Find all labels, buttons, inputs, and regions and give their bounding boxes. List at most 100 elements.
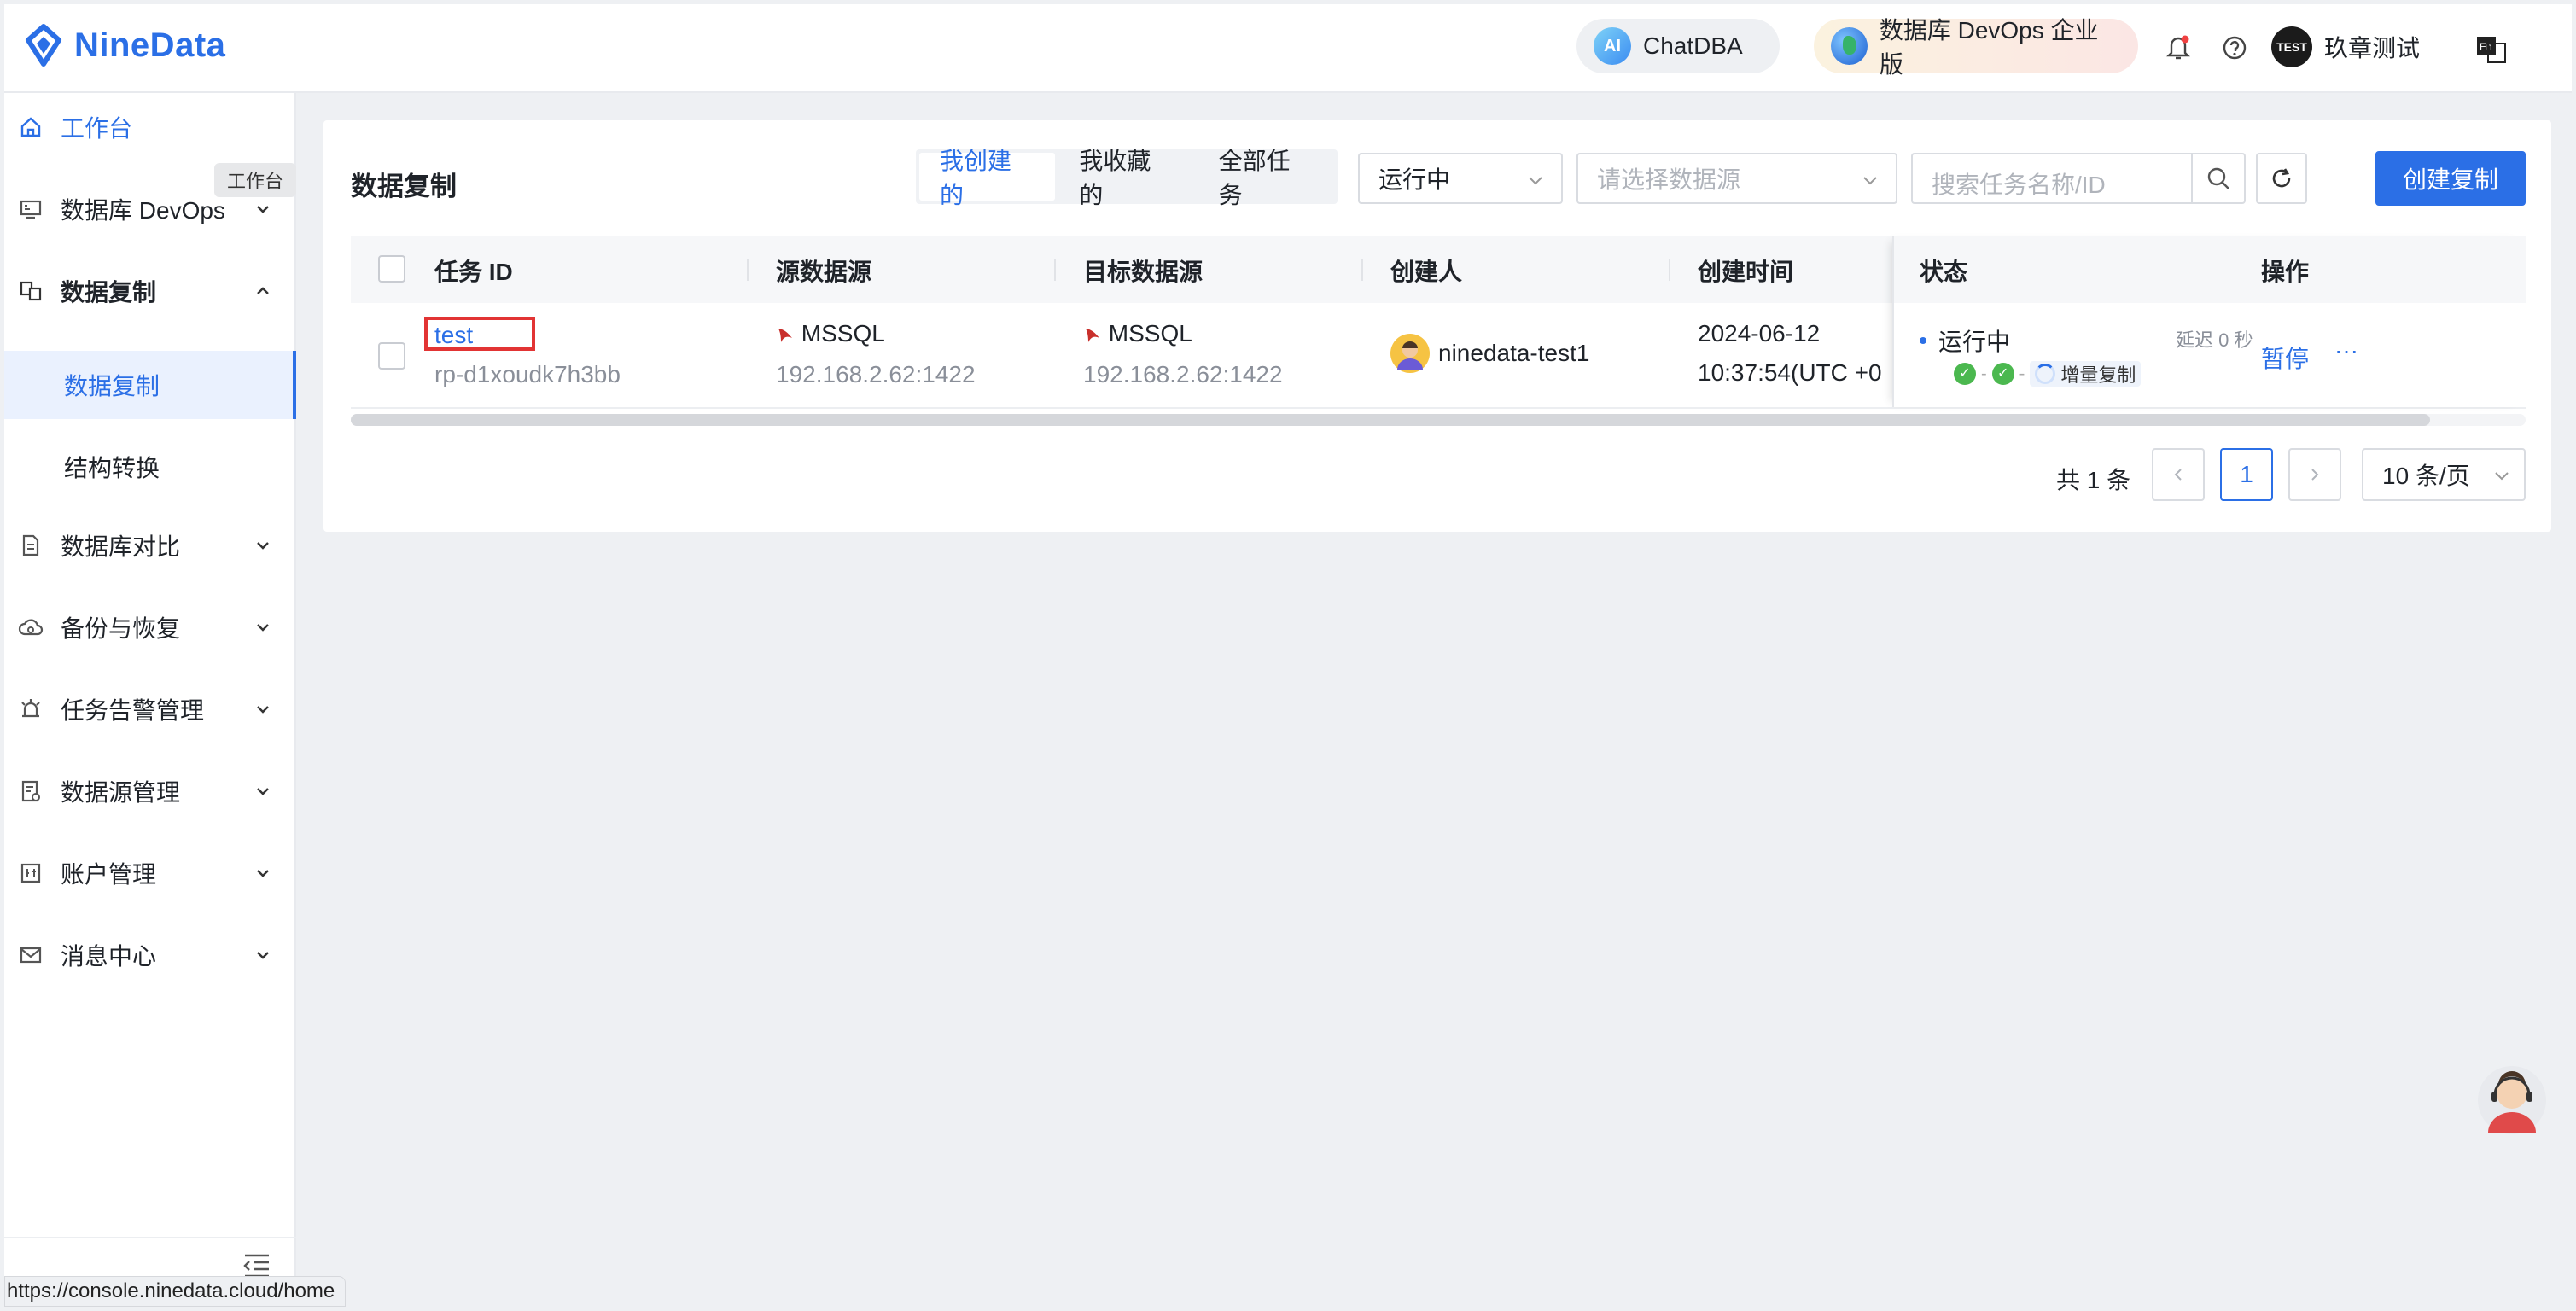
source-type-label: MSSQL	[801, 320, 885, 347]
sidebar-item-alarm[interactable]: 任务告警管理	[4, 675, 296, 743]
column-divider	[747, 259, 749, 281]
datasource-filter-select[interactable]: 请选择数据源	[1576, 153, 1897, 204]
chevron-down-icon	[1529, 177, 1542, 185]
status-filter-select[interactable]: 运行中	[1358, 153, 1563, 204]
refresh-button[interactable]	[2256, 153, 2307, 204]
sidebar: 工作台 数据库 DevOps 数据复制 数据复制 结构转换 数据库对比 备份与恢…	[4, 93, 296, 1307]
column-header-actions: 操作	[2261, 259, 2310, 285]
replication-card: 数据复制 我创建的 我收藏的 全部任务 运行中 请选择数据源 搜索任务名称/ID…	[323, 120, 2551, 532]
total-count: 共 1 条	[2056, 467, 2131, 493]
devops-enterprise-button[interactable]: 数据库 DevOps 企业版	[1814, 17, 2138, 78]
user-name: 玖章测试	[2324, 35, 2421, 61]
tab-my-favorites[interactable]: 我收藏的	[1058, 148, 1194, 208]
target-address: 192.168.2.62:1422	[1083, 361, 1283, 387]
stage-tag: 增量复制	[2030, 361, 2142, 387]
sidebar-item-db-compare[interactable]: 数据库对比	[4, 511, 296, 580]
created-time: 10:37:54(UTC +0	[1698, 359, 1882, 386]
row-checkbox[interactable]	[378, 342, 405, 370]
highlight-box	[424, 317, 535, 351]
sidebar-item-label: 数据复制	[61, 279, 157, 306]
creator-name: ninedata-test1	[1438, 340, 1590, 366]
create-replication-button[interactable]: 创建复制	[2375, 151, 2526, 206]
target-type-label: MSSQL	[1108, 320, 1192, 347]
table-row: test rp-d1xoudk7h3bb MSSQL 192.168.2.62:…	[351, 236, 2526, 409]
mail-icon	[18, 942, 44, 968]
top-bar: NineData AI ChatDBA 数据库 DevOps 企业版 TEST …	[4, 4, 2572, 93]
fixed-header-bg	[1894, 236, 2526, 303]
language-switch-icon[interactable]: En	[2474, 32, 2509, 66]
column-header-creator: 创建人	[1390, 259, 1463, 285]
stage-separator: -	[1981, 364, 1987, 383]
column-header-target: 目标数据源	[1083, 259, 1203, 285]
tab-all-tasks[interactable]: 全部任务	[1198, 148, 1334, 208]
datasource-icon	[18, 778, 44, 804]
sidebar-item-workbench[interactable]: 工作台	[4, 93, 296, 161]
page-title: 数据复制	[351, 172, 457, 201]
chevron-down-icon	[257, 870, 269, 877]
logo[interactable]: NineData	[21, 23, 225, 67]
check-circle-icon: ✓	[1954, 363, 1976, 385]
sidebar-item-label: 消息中心	[61, 943, 157, 970]
sidebar-item-backup[interactable]: 备份与恢复	[4, 593, 296, 661]
status-filter-value: 运行中	[1378, 166, 1451, 193]
app-window: NineData AI ChatDBA 数据库 DevOps 企业版 TEST …	[4, 4, 2572, 1307]
ninedata-logo-icon	[26, 24, 61, 67]
sidebar-item-label: 任务告警管理	[61, 697, 205, 724]
sidebar-subitem-replication[interactable]: 数据复制	[4, 351, 296, 419]
user-menu[interactable]: TEST 玖章测试	[2271, 26, 2420, 67]
chevron-down-icon	[257, 952, 269, 959]
target-type: MSSQL	[1083, 320, 1192, 347]
search-button[interactable]	[2191, 154, 2244, 202]
notification-bell-icon[interactable]	[2164, 33, 2193, 62]
source-address: 192.168.2.62:1422	[776, 361, 976, 387]
chevron-left-icon	[2174, 469, 2182, 481]
alarm-icon	[18, 696, 44, 722]
tooltip: 工作台	[214, 163, 296, 197]
next-page-button[interactable]	[2288, 448, 2341, 501]
sidebar-item-label: 数据源管理	[61, 779, 181, 806]
stage-separator: -	[2019, 364, 2025, 383]
stage-label: 增量复制	[2060, 364, 2136, 386]
ai-icon: AI	[1594, 27, 1631, 65]
mssql-icon	[1086, 328, 1099, 342]
scrollbar-thumb[interactable]	[351, 414, 2430, 426]
sidebar-subitem-label: 结构转换	[64, 455, 160, 481]
prev-page-button[interactable]	[2152, 448, 2205, 501]
globe-icon	[1831, 27, 1868, 65]
document-compare-icon	[18, 533, 44, 558]
sidebar-subitem-schema-conversion[interactable]: 结构转换	[4, 433, 296, 501]
sidebar-item-account[interactable]: 账户管理	[4, 839, 296, 907]
collapse-sidebar-icon[interactable]	[240, 1252, 274, 1278]
sidebar-item-label: 工作台	[61, 115, 133, 142]
search-input[interactable]: 搜索任务名称/ID	[1911, 153, 2246, 204]
column-header-task-id: 任务 ID	[434, 259, 513, 285]
more-actions-button[interactable]: ···	[2334, 337, 2358, 364]
avatar: TEST	[2271, 26, 2312, 67]
support-agent-icon	[2478, 1066, 2546, 1134]
check-circle-icon: ✓	[1991, 363, 2014, 385]
mssql-icon	[778, 328, 792, 342]
column-divider	[1669, 259, 1670, 281]
help-icon[interactable]	[2220, 33, 2249, 62]
column-divider	[1054, 259, 1056, 281]
devops-label: 数据库 DevOps 企业版	[1879, 17, 2099, 78]
chevron-down-icon	[257, 206, 269, 213]
sidebar-item-label: 账户管理	[61, 861, 157, 888]
sidebar-item-datasource[interactable]: 数据源管理	[4, 757, 296, 825]
chevron-down-icon	[257, 542, 269, 550]
status-dot	[1920, 337, 1926, 344]
pause-button[interactable]: 暂停	[2261, 341, 2309, 375]
search-placeholder: 搜索任务名称/ID	[1932, 172, 2106, 198]
replication-icon	[18, 278, 44, 304]
page-size-select[interactable]: 10 条/页	[2362, 448, 2526, 501]
sidebar-item-messages[interactable]: 消息中心	[4, 921, 296, 989]
customer-service-assistant[interactable]	[2476, 1059, 2548, 1136]
page-button-current[interactable]: 1	[2220, 448, 2273, 501]
sidebar-item-replication[interactable]: 数据复制	[4, 257, 296, 325]
tab-my-created[interactable]: 我创建的	[919, 148, 1056, 208]
horizontal-scrollbar[interactable]	[351, 414, 2526, 426]
select-all-checkbox[interactable]	[378, 255, 405, 283]
column-header-created-time: 创建时间	[1698, 259, 1794, 285]
status-running: 运行中	[1920, 323, 2010, 358]
chatdba-button[interactable]: AI ChatDBA	[1576, 19, 1780, 73]
